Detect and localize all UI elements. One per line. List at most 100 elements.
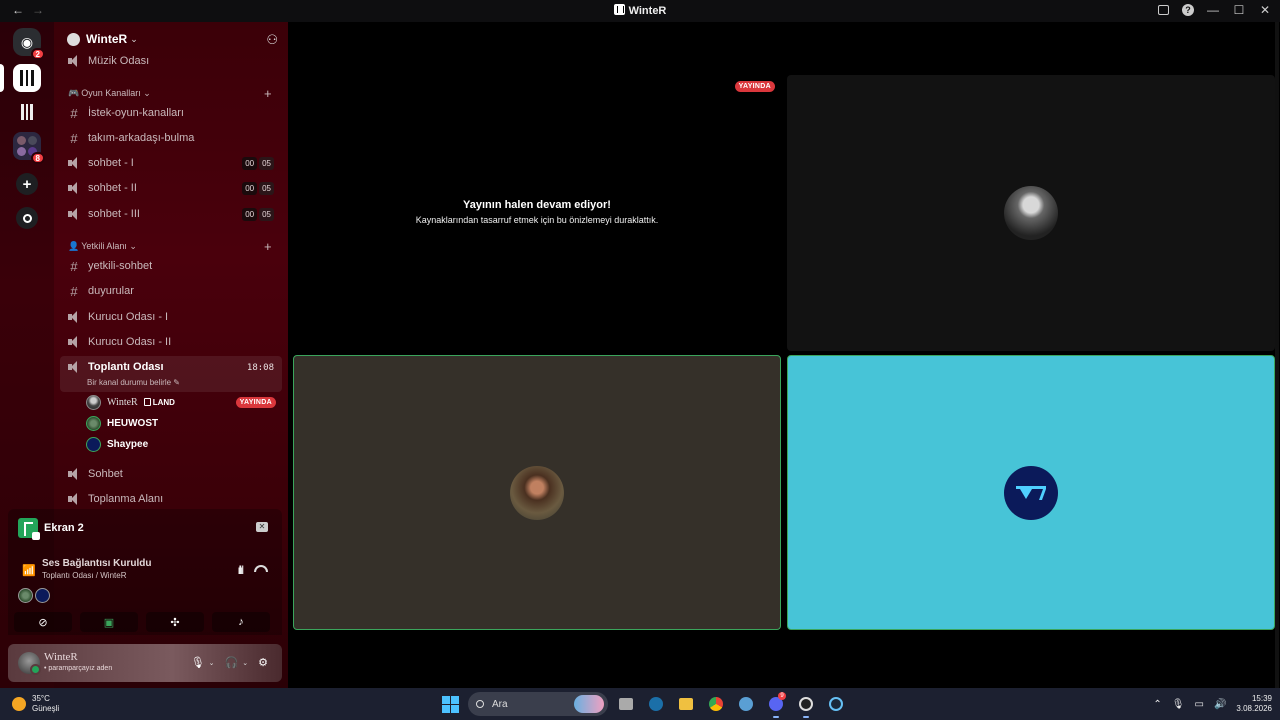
screen-share-title: Ekran 2 <box>44 522 84 534</box>
avatar[interactable] <box>18 588 33 603</box>
chrome-icon[interactable] <box>704 692 728 716</box>
direct-messages-button[interactable]: ◉ 2 <box>13 28 45 60</box>
live-badge: YAYINDA <box>734 81 775 92</box>
channel-kurucu-odasi-2[interactable]: Kurucu Odası - II <box>60 331 282 353</box>
stop-stream-icon[interactable]: ✕ <box>256 522 268 532</box>
add-server-button[interactable]: + <box>13 170 41 198</box>
server-folder[interactable]: 8 <box>13 132 45 164</box>
channel-sohbet-2[interactable]: sohbet - II 00 05 <box>60 177 282 199</box>
invite-people-icon[interactable]: ⚇ <box>266 32 278 48</box>
user-custom-status[interactable]: • paramparçayız aden <box>44 665 112 672</box>
user-limit: 00 05 <box>242 156 274 170</box>
camera-off-icon: ⊘ <box>38 616 48 629</box>
soundboard-button[interactable]: ♪ <box>212 612 270 632</box>
noise-suppression-icon[interactable]: ıllıl <box>237 563 244 577</box>
app-logo-icon <box>613 4 625 15</box>
microphone-tray-icon[interactable]: 🎙 <box>1172 699 1185 710</box>
taskbar-search[interactable]: Ara <box>468 692 608 716</box>
channel-status[interactable]: Bir kanal durumu belirle ✎ <box>87 378 180 387</box>
active-server-pill <box>0 64 4 92</box>
discover-button[interactable] <box>13 204 41 232</box>
close-button[interactable]: ✕ <box>1258 3 1272 17</box>
chevron-down-icon[interactable]: ⌄ <box>209 659 215 667</box>
participant-avatar <box>1004 465 1058 520</box>
channel-muzik-odasi[interactable]: Müzik Odası <box>60 50 282 72</box>
channel-yetkili-sohbet[interactable]: # yetkili-sohbet <box>60 255 282 277</box>
signal-icon[interactable]: 📶 <box>22 564 36 577</box>
channel-istek-oyun-kanallari[interactable]: # İstek-oyun-kanalları <box>60 102 282 124</box>
channel-timer: 18:08 <box>246 363 274 373</box>
add-channel-icon[interactable]: + <box>264 239 272 254</box>
compass-icon <box>16 207 38 229</box>
window-title: WinteR <box>0 4 1280 17</box>
participant-avatar <box>510 465 564 520</box>
server-header[interactable]: WinteR ⌄ ⚇ <box>54 28 288 50</box>
voice-user-heuwost[interactable]: HEUWOST <box>86 414 158 432</box>
stop-screen-share-button[interactable]: ▣ <box>80 612 138 632</box>
add-channel-icon[interactable]: + <box>264 86 272 101</box>
camera-off-button[interactable]: ⊘ <box>14 612 72 632</box>
start-button[interactable] <box>438 692 462 716</box>
user-avatar[interactable] <box>18 652 41 675</box>
voice-user-winter[interactable]: WinteR LAND YAYINDA <box>86 393 276 411</box>
steam-taskbar-icon[interactable] <box>644 692 668 716</box>
steam-client-icon[interactable] <box>824 692 848 716</box>
maximize-button[interactable]: ☐ <box>1232 3 1246 17</box>
clock[interactable]: 15:39 3.08.2026 <box>1236 694 1272 714</box>
screen-share-app-icon <box>18 518 40 540</box>
channel-kurucu-odasi-1[interactable]: Kurucu Odası - I <box>60 306 282 328</box>
avatar <box>86 436 101 452</box>
avatar[interactable] <box>35 588 50 603</box>
channel-duyurular[interactable]: # duyurular <box>60 280 282 302</box>
voice-stage: YAYINDA Yayının halen devam ediyor! Kayn… <box>288 22 1280 688</box>
channel-takim-arkadasi-bulma[interactable]: # takım-arkadaşı-bulma <box>60 127 282 149</box>
channel-sohbet-3[interactable]: sohbet - III 00 05 <box>60 203 282 225</box>
channel-sohbet[interactable]: Sohbet <box>60 463 282 485</box>
server-icon-2[interactable] <box>13 98 41 126</box>
windows-taskbar: 35°C Güneşli Ara 9 ⌃ 🎙 ▭ 🔊 15:39 3.08.20… <box>0 688 1280 720</box>
task-view-button[interactable] <box>614 692 638 716</box>
category-yetkili-alani[interactable]: 👤 Yetkili Alanı ⌄ + <box>68 239 272 254</box>
minimize-button[interactable]: — <box>1206 3 1220 17</box>
participant-tile-heuwost[interactable] <box>293 355 781 630</box>
participant-tile-shaypee[interactable] <box>787 355 1275 630</box>
participant-tile-winter[interactable] <box>787 75 1275 351</box>
category-oyun-kanallari[interactable]: 🎮 Oyun Kanalları ⌄ + <box>68 86 272 101</box>
stream-paused-subtitle: Kaynaklarından tasarruf etmek için bu ön… <box>415 215 659 225</box>
speaker-icon <box>66 55 82 67</box>
app-icon[interactable] <box>734 692 758 716</box>
chevron-up-icon[interactable]: ⌃ <box>1153 699 1161 710</box>
user-name[interactable]: WinteR <box>44 651 78 663</box>
channel-toplanma-alani[interactable]: Toplanma Alanı <box>60 488 282 510</box>
voice-connection-panel: 📶 Ses Bağlantısı Kuruldu Toplantı Odası … <box>8 547 282 635</box>
gear-icon[interactable]: ⚙ <box>258 656 268 669</box>
weather-widget[interactable]: 35°C Güneşli <box>12 694 59 714</box>
activities-button[interactable]: ✣ <box>146 612 204 632</box>
channel-sohbet-1[interactable]: sohbet - I 00 05 <box>60 152 282 174</box>
speaker-tray-icon[interactable]: 🔊 <box>1214 699 1226 710</box>
server-winter-icon[interactable] <box>13 64 41 92</box>
voice-participants <box>18 588 50 603</box>
microphone-icon[interactable]: 🎙 <box>191 656 205 669</box>
avatar <box>86 415 101 431</box>
chevron-down-icon[interactable]: ⌄ <box>242 659 248 667</box>
display-icon[interactable]: ▭ <box>1195 699 1204 710</box>
help-icon[interactable]: ? <box>1182 4 1194 16</box>
discord-logo-icon: ◉ <box>20 33 34 50</box>
obs-icon[interactable] <box>794 692 818 718</box>
file-explorer-icon[interactable] <box>674 692 698 716</box>
voice-status-subtitle[interactable]: Toplantı Odası / WinteR <box>42 571 126 580</box>
server-name: WinteR <box>86 32 128 46</box>
server-badge-icon <box>67 32 80 46</box>
inbox-icon[interactable] <box>1156 3 1170 17</box>
scrollbar[interactable] <box>1275 22 1279 688</box>
voice-user-shaypee[interactable]: Shaypee <box>86 435 148 453</box>
headphones-icon[interactable]: 🎧 <box>225 656 239 669</box>
disconnect-icon[interactable] <box>254 565 268 572</box>
discord-taskbar-icon[interactable]: 9 <box>764 692 788 718</box>
activities-icon: ✣ <box>170 616 180 629</box>
stream-tile[interactable]: YAYINDA Yayının halen devam ediyor! Kayn… <box>293 75 781 351</box>
folder-badge: 8 <box>30 152 45 164</box>
avatar <box>86 394 101 410</box>
voice-status-title[interactable]: Ses Bağlantısı Kuruldu <box>42 558 151 569</box>
